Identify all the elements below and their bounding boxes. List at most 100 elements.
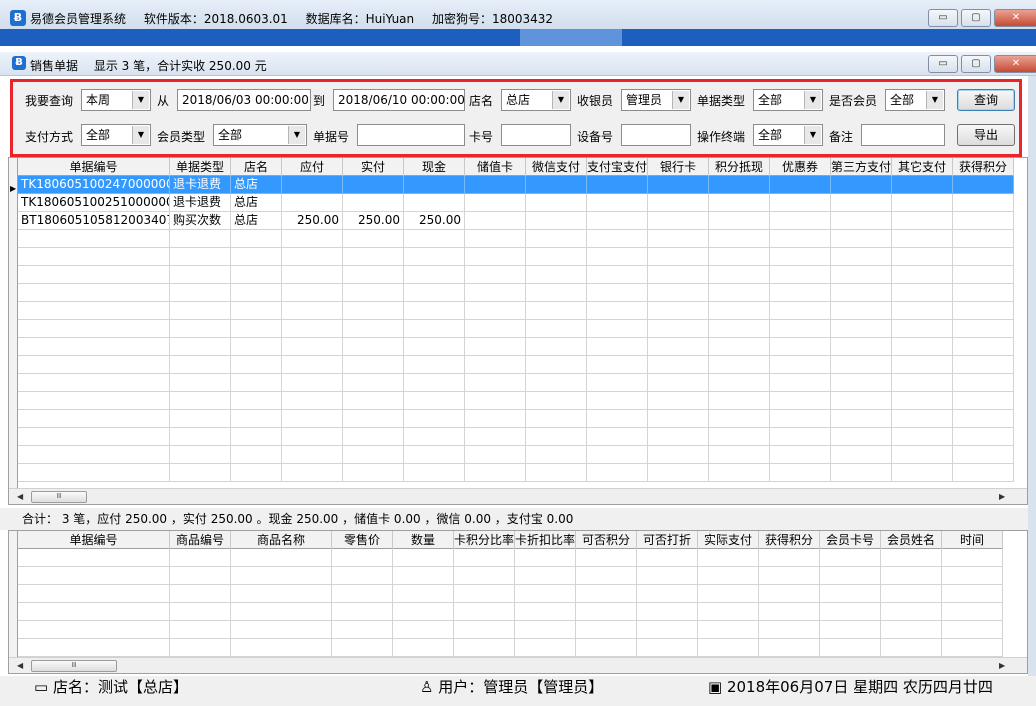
table-cell	[231, 428, 282, 446]
column-header[interactable]: 应付	[282, 158, 343, 176]
table-row[interactable]	[18, 567, 1003, 585]
doc-no-input[interactable]	[357, 124, 465, 146]
terminal-select[interactable]: 全部 ▼	[753, 124, 823, 146]
card-no-input[interactable]	[501, 124, 571, 146]
doc-type-select[interactable]: 全部 ▼	[753, 89, 823, 111]
query-period-select[interactable]: 本周 ▼	[81, 89, 151, 111]
table-cell	[343, 428, 404, 446]
table-row[interactable]	[18, 410, 1014, 428]
column-header[interactable]: 获得积分	[759, 531, 820, 549]
scroll-left-icon[interactable]: ◀	[17, 492, 23, 501]
table-row[interactable]	[18, 338, 1014, 356]
column-header[interactable]: 卡积分比率	[454, 531, 515, 549]
table-row[interactable]	[18, 392, 1014, 410]
table-cell	[515, 603, 576, 621]
device-no-input[interactable]	[621, 124, 691, 146]
scroll-right-icon[interactable]: ▶	[999, 492, 1005, 501]
table-row[interactable]	[18, 230, 1014, 248]
table-row[interactable]	[18, 585, 1003, 603]
sub-close-button[interactable]: ✕	[994, 55, 1036, 73]
sub-maximize-button[interactable]: ▢	[961, 55, 991, 73]
column-header[interactable]: 卡折扣比率	[515, 531, 576, 549]
column-header[interactable]: 会员姓名	[881, 531, 942, 549]
column-header[interactable]: 可否积分	[576, 531, 637, 549]
menu-strip-active-segment[interactable]	[520, 29, 622, 46]
column-header[interactable]: 会员卡号	[820, 531, 881, 549]
table-row[interactable]	[18, 446, 1014, 464]
column-header[interactable]: 单据编号	[18, 158, 170, 176]
table-row[interactable]	[18, 374, 1014, 392]
table-cell	[953, 464, 1014, 482]
column-header[interactable]: 优惠券	[770, 158, 831, 176]
table-row[interactable]: BT180605105812003407 购买次数 总店 250.00 250.00 25…	[18, 212, 1014, 230]
column-header[interactable]: 实付	[343, 158, 404, 176]
cashier-select[interactable]: 管理员 ▼	[621, 89, 691, 111]
column-header[interactable]: 其它支付	[892, 158, 953, 176]
export-button[interactable]: 导出	[957, 124, 1015, 146]
column-header[interactable]: 第三方支付	[831, 158, 892, 176]
table-cell	[343, 284, 404, 302]
table-cell	[526, 356, 587, 374]
table-row[interactable]	[18, 248, 1014, 266]
table-row[interactable]	[18, 356, 1014, 374]
table-cell	[698, 549, 759, 567]
table-cell	[170, 428, 231, 446]
column-header[interactable]: 零售价	[332, 531, 393, 549]
table-cell	[709, 392, 770, 410]
table-cell	[515, 639, 576, 657]
table-row[interactable]	[18, 464, 1014, 482]
table-cell	[465, 374, 526, 392]
scroll-right-icon[interactable]: ▶	[999, 661, 1005, 670]
column-header[interactable]: 店名	[231, 158, 282, 176]
scroll-left-icon[interactable]: ◀	[17, 661, 23, 670]
table-row[interactable]	[18, 284, 1014, 302]
chevron-down-icon: ▼	[926, 91, 943, 109]
column-header[interactable]: 现金	[404, 158, 465, 176]
close-button[interactable]: ✕	[994, 9, 1036, 27]
remark-input[interactable]	[861, 124, 945, 146]
table-row[interactable]	[18, 639, 1003, 657]
store-select[interactable]: 总店 ▼	[501, 89, 571, 111]
minimize-button[interactable]: ▭	[928, 9, 958, 27]
column-header[interactable]: 实际支付	[698, 531, 759, 549]
column-header[interactable]: 单据编号	[18, 531, 170, 549]
to-date-input[interactable]: 2018/06/10 00:00:00	[333, 89, 465, 111]
table-row[interactable]: TK180605100247000000 退卡退费 总店	[18, 176, 1014, 194]
table-row[interactable]	[18, 320, 1014, 338]
table-row[interactable]	[18, 621, 1003, 639]
table-cell	[231, 338, 282, 356]
table-cell	[332, 603, 393, 621]
maximize-button[interactable]: ▢	[961, 9, 991, 27]
pay-method-select[interactable]: 全部 ▼	[81, 124, 151, 146]
table-row[interactable]	[18, 428, 1014, 446]
column-header[interactable]: 可否打折	[637, 531, 698, 549]
table-row[interactable]	[18, 266, 1014, 284]
column-header[interactable]: 银行卡	[648, 158, 709, 176]
member-type-select[interactable]: 全部 ▼	[213, 124, 307, 146]
lower-horizontal-scrollbar[interactable]: ◀ Ⅲ ▶	[9, 657, 1027, 673]
from-date-input[interactable]: 2018/06/03 00:00:00	[177, 89, 311, 111]
scroll-thumb[interactable]: Ⅲ	[31, 660, 117, 672]
sub-minimize-button[interactable]: ▭	[928, 55, 958, 73]
column-header[interactable]: 微信支付	[526, 158, 587, 176]
upper-horizontal-scrollbar[interactable]: ◀ Ⅲ ▶	[9, 488, 1027, 504]
sales-doc-grid-header: 单据编号 单据类型 店名 应付 实付 现金 储值卡 微信支付 支付宝支付 银行卡 积分抵现 优惠券 第三…	[9, 158, 1014, 176]
is-member-select[interactable]: 全部 ▼	[885, 89, 945, 111]
column-header[interactable]: 单据类型	[170, 158, 231, 176]
column-header[interactable]: 时间	[942, 531, 1003, 549]
table-row[interactable]	[18, 549, 1003, 567]
query-button[interactable]: 查询	[957, 89, 1015, 111]
table-cell	[231, 266, 282, 284]
column-header[interactable]: 商品编号	[170, 531, 231, 549]
column-header[interactable]: 积分抵现	[709, 158, 770, 176]
column-header[interactable]: 支付宝支付	[587, 158, 648, 176]
table-cell	[404, 302, 465, 320]
column-header[interactable]: 商品名称	[231, 531, 332, 549]
table-row[interactable]: TK180605100251000000 退卡退费 总店	[18, 194, 1014, 212]
table-row[interactable]	[18, 603, 1003, 621]
column-header[interactable]: 数量	[393, 531, 454, 549]
column-header[interactable]: 获得积分	[953, 158, 1014, 176]
column-header[interactable]: 储值卡	[465, 158, 526, 176]
table-row[interactable]	[18, 302, 1014, 320]
scroll-thumb[interactable]: Ⅲ	[31, 491, 87, 503]
